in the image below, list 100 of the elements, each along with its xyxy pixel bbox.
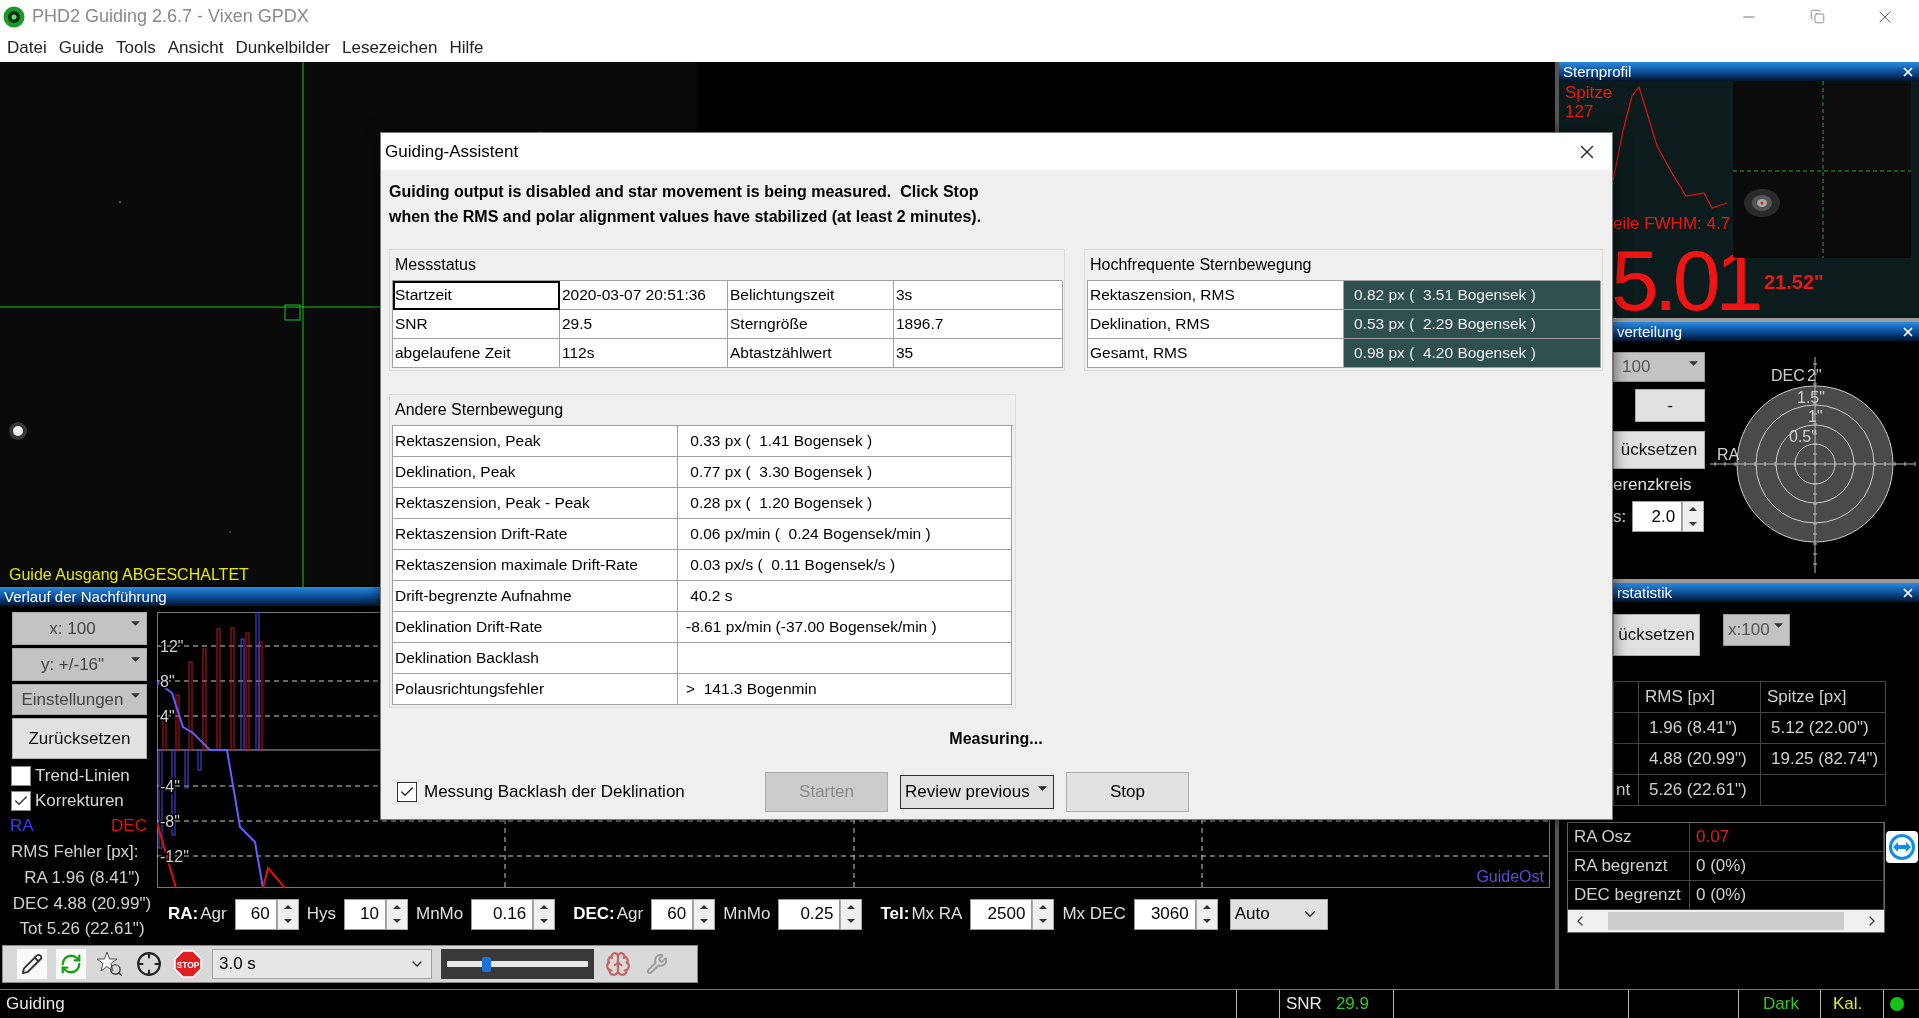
mode-select[interactable]: Auto [1229, 898, 1328, 930]
field-label: Mx RA [911, 904, 963, 924]
field-label: Agr [200, 904, 227, 924]
number-field[interactable]: 2500 [970, 898, 1033, 930]
group-label: Tel: [880, 904, 910, 924]
menu-item[interactable]: Tools [110, 34, 162, 61]
spin-buttons[interactable] [1195, 898, 1218, 930]
spin-buttons[interactable] [1682, 501, 1705, 532]
number-field[interactable]: 0.25 [778, 898, 841, 930]
peak-value: 127 [1565, 103, 1594, 120]
refresh-icon[interactable] [56, 949, 86, 979]
menu-item[interactable]: Ansicht [161, 34, 230, 61]
horizontal-scrollbar[interactable] [1568, 910, 1884, 932]
dark-indicator: Dark [1763, 994, 1799, 1014]
dropdown[interactable]: x: 100 [12, 612, 147, 645]
snr-value: 29.9 [1335, 994, 1369, 1014]
table-cell: RA Osz [1568, 823, 1690, 851]
exposure-slider[interactable] [441, 949, 594, 979]
menu-item[interactable]: Guide [52, 34, 111, 61]
number-field[interactable]: 10 [343, 898, 386, 930]
table-cell: 0.07 [1690, 823, 1884, 851]
spin-buttons[interactable] [276, 898, 299, 930]
direction-label: GuideOst [1476, 868, 1544, 886]
table-cell: Startzeit [393, 281, 560, 310]
spin-buttons[interactable] [840, 898, 863, 930]
slider-thumb[interactable] [482, 957, 492, 972]
zoom-out-button[interactable]: - [1635, 389, 1705, 422]
range-dropdown[interactable]: x:100 [1723, 614, 1790, 646]
reset-button[interactable]: ücksetzen [1613, 614, 1700, 656]
checkbox[interactable] [397, 782, 417, 802]
table-cell: Rektaszension, RMS [1088, 281, 1344, 310]
table-cell: nt [1614, 775, 1639, 806]
table-cell: 1896.7 [894, 310, 1063, 339]
panel-title: verteilung [1616, 322, 1683, 341]
menu-item[interactable]: Lesezeichen [336, 34, 444, 61]
table-cell: 0.82 px ( 3.51 Bogensek ) [1344, 281, 1601, 310]
exposure-select[interactable]: 3.0 s [212, 949, 432, 979]
table-cell: 3s [894, 281, 1063, 310]
caret-icon [1689, 361, 1698, 366]
reference-circle-label: erenzkreis [1613, 475, 1692, 495]
table-cell: Rektaszension maximale Drift-Rate [393, 550, 678, 581]
checkbox[interactable] [11, 790, 31, 811]
table-cell: Polausrichtungsfehler [393, 674, 678, 705]
star-search-icon[interactable] [95, 949, 125, 979]
brain-icon[interactable] [603, 949, 633, 979]
rms-value: Tot 5.26 (22.61") [19, 918, 145, 940]
dialog-title: Guiding-Assistent [385, 141, 519, 162]
remote-control-icon[interactable] [1885, 830, 1919, 864]
number-field[interactable]: 2.0 [1632, 501, 1683, 532]
number-field[interactable]: 3060 [1133, 898, 1196, 930]
checkbox-label: Trend-Linien [35, 765, 130, 786]
menu-item[interactable]: Hilfe [443, 34, 490, 61]
menu-item[interactable]: Datei [1, 34, 53, 61]
number-field[interactable]: 0.16 [471, 898, 534, 930]
spin-buttons[interactable] [693, 898, 716, 930]
table-cell: 0.77 px ( 3.30 Bogensek ) [678, 457, 1012, 488]
number-field[interactable]: 60 [234, 898, 277, 930]
checkbox-label: Messung Backlash der Deklination [424, 782, 685, 802]
checkbox[interactable] [11, 765, 31, 786]
crosshair-icon[interactable] [134, 949, 164, 979]
spin-buttons[interactable] [533, 898, 556, 930]
field-label: Mx DEC [1062, 904, 1126, 924]
table-cell: Deklination, RMS [1088, 310, 1344, 339]
dialog-button[interactable]: Stop [1066, 772, 1189, 812]
group-label: Messstatus [394, 255, 477, 275]
status-text: Guiding [6, 994, 65, 1014]
calibration-indicator: Kal. [1833, 994, 1863, 1014]
reset-button[interactable]: ücksetzen [1613, 431, 1705, 469]
menu-item[interactable]: Dunkelbilder [229, 34, 336, 61]
table-cell: 0.53 px ( 2.29 Bogensek ) [1344, 310, 1601, 339]
snr-label: SNR [1286, 994, 1322, 1014]
axis-tick-label: 12" [160, 638, 184, 655]
dropdown-button[interactable]: Review previous [900, 775, 1054, 809]
stop-icon[interactable]: STOP [173, 949, 203, 979]
table-cell: 19.25 (82.74") [1761, 744, 1886, 775]
table-cell: RA begrenzt [1568, 852, 1690, 880]
radius-label: s: [1613, 506, 1627, 527]
instructions-text: Guiding output is disabled and star movement is being measured. Click Stop when the RMS and polar alignment values have stabilized (at least 2 minutes). [389, 182, 983, 227]
hfd-value: 5.01 [1611, 237, 1759, 318]
window-title: PHD2 Guiding 2.6.7 - Vixen GPDX [32, 6, 309, 27]
spin-buttons[interactable] [1032, 898, 1055, 930]
field-label: MnMo [723, 904, 771, 924]
table-cell: 2020-03-07 20:51:36 [560, 281, 728, 310]
table-cell: Sterngröße [728, 310, 894, 339]
table-cell: Deklination Drift-Rate [393, 612, 678, 643]
ring-label: 0.5" [1789, 428, 1817, 445]
panel-title: rstatistik [1616, 583, 1672, 602]
dropdown[interactable]: y: +/-16" [12, 648, 147, 681]
dropdown[interactable]: Einstellungen [12, 684, 147, 715]
ring-label: 2" [1807, 367, 1822, 384]
reset-button[interactable]: Zurücksetzen [12, 718, 147, 759]
column-header: RMS [px] [1639, 682, 1761, 713]
spin-buttons[interactable] [385, 898, 408, 930]
number-field[interactable]: 60 [651, 898, 694, 930]
column-header: Spitze [px] [1761, 682, 1886, 713]
table-cell: -8.61 px/min (-37.00 Bogensek/min ) [678, 612, 1012, 643]
zoom-dropdown[interactable]: 100 [1613, 352, 1705, 382]
table-cell: Drift-begrenzte Aufnahme [393, 581, 678, 612]
pencil-icon[interactable] [17, 949, 47, 979]
axis-label: DEC [1771, 367, 1805, 384]
